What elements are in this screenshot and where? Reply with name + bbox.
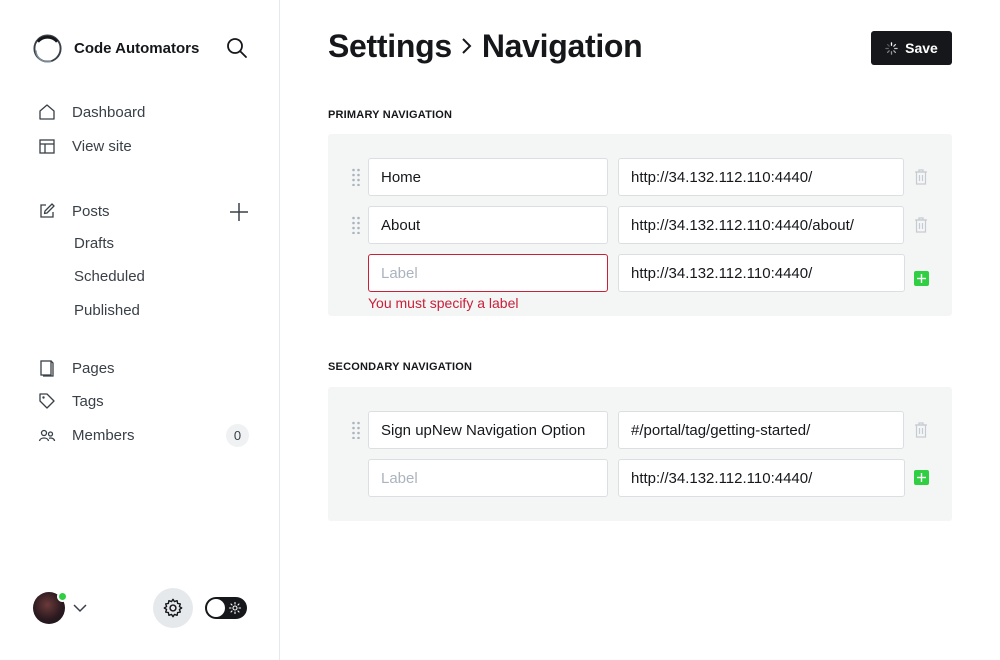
settings-button[interactable] [153, 588, 193, 628]
add-item-button[interactable] [914, 470, 929, 485]
sidebar-item-tags[interactable]: Tags [38, 389, 104, 413]
spinner-icon [885, 41, 898, 55]
save-button-label: Save [905, 40, 938, 56]
drag-handle-icon[interactable] [351, 216, 361, 234]
sidebar: Code Automators Dashboard View site Post… [0, 0, 280, 660]
nav-url-input[interactable] [618, 206, 904, 244]
edit-icon [40, 203, 55, 218]
page-title: Settings Navigation [328, 26, 643, 66]
trash-icon[interactable] [914, 217, 928, 233]
chevron-right-icon [462, 38, 472, 54]
chevron-down-icon[interactable] [73, 602, 87, 614]
tag-icon [39, 393, 55, 409]
sidebar-item-label: Tags [72, 392, 104, 410]
sidebar-item-label: Posts [72, 202, 110, 220]
pages-icon [40, 360, 54, 377]
members-count-badge: 0 [226, 424, 249, 447]
sun-icon [229, 602, 241, 614]
sidebar-item-label: View site [72, 137, 132, 155]
view-site-icon [39, 139, 55, 154]
sidebar-item-label: Pages [72, 359, 115, 377]
new-nav-url-input[interactable] [618, 254, 905, 292]
save-button[interactable]: Save [871, 31, 952, 65]
sidebar-item-posts[interactable]: Posts [38, 199, 110, 223]
new-nav-label-input[interactable] [368, 254, 608, 292]
secondary-navigation-panel [328, 387, 952, 521]
home-icon [39, 104, 55, 120]
brand[interactable]: Code Automators [32, 32, 199, 64]
trash-icon[interactable] [914, 169, 928, 185]
search-icon[interactable] [225, 36, 249, 60]
drag-handle-icon[interactable] [351, 421, 361, 439]
sidebar-item-pages[interactable]: Pages [38, 356, 115, 380]
breadcrumb-parent[interactable]: Settings [328, 28, 452, 65]
nav-label-input[interactable] [368, 206, 608, 244]
primary-navigation-heading: PRIMARY NAVIGATION [328, 109, 453, 121]
brand-name: Code Automators [74, 39, 200, 57]
sidebar-item-members[interactable]: Members [38, 423, 135, 447]
breadcrumb-current: Navigation [481, 27, 643, 64]
add-item-button[interactable] [914, 271, 929, 286]
secondary-navigation-heading: SECONDARY NAVIGATION [328, 361, 473, 373]
new-nav-url-input[interactable] [618, 459, 905, 497]
gear-icon [163, 598, 183, 618]
label-error-message: You must specify a label [368, 295, 519, 311]
trash-icon[interactable] [914, 422, 928, 438]
members-icon [38, 429, 56, 442]
sidebar-item-label: Members [72, 426, 135, 444]
sidebar-item-drafts[interactable]: Drafts [74, 235, 114, 257]
add-icon [917, 274, 926, 283]
logo-icon [33, 33, 62, 63]
plus-icon[interactable] [229, 202, 249, 222]
sidebar-item-dashboard[interactable]: Dashboard [38, 100, 145, 124]
sidebar-item-view-site[interactable]: View site [38, 134, 132, 158]
add-icon [917, 473, 926, 482]
sidebar-item-label: Dashboard [72, 103, 146, 121]
theme-toggle[interactable] [205, 597, 247, 619]
sidebar-item-published[interactable]: Published [74, 302, 140, 324]
online-status-dot [57, 591, 68, 602]
new-nav-label-input[interactable] [368, 459, 608, 497]
drag-handle-icon[interactable] [351, 168, 361, 186]
nav-label-input[interactable] [368, 158, 608, 196]
nav-url-input[interactable] [618, 158, 904, 196]
sidebar-item-scheduled[interactable]: Scheduled [74, 268, 145, 290]
nav-url-input[interactable] [618, 411, 904, 449]
nav-label-input[interactable] [368, 411, 608, 449]
toggle-knob [207, 599, 225, 617]
